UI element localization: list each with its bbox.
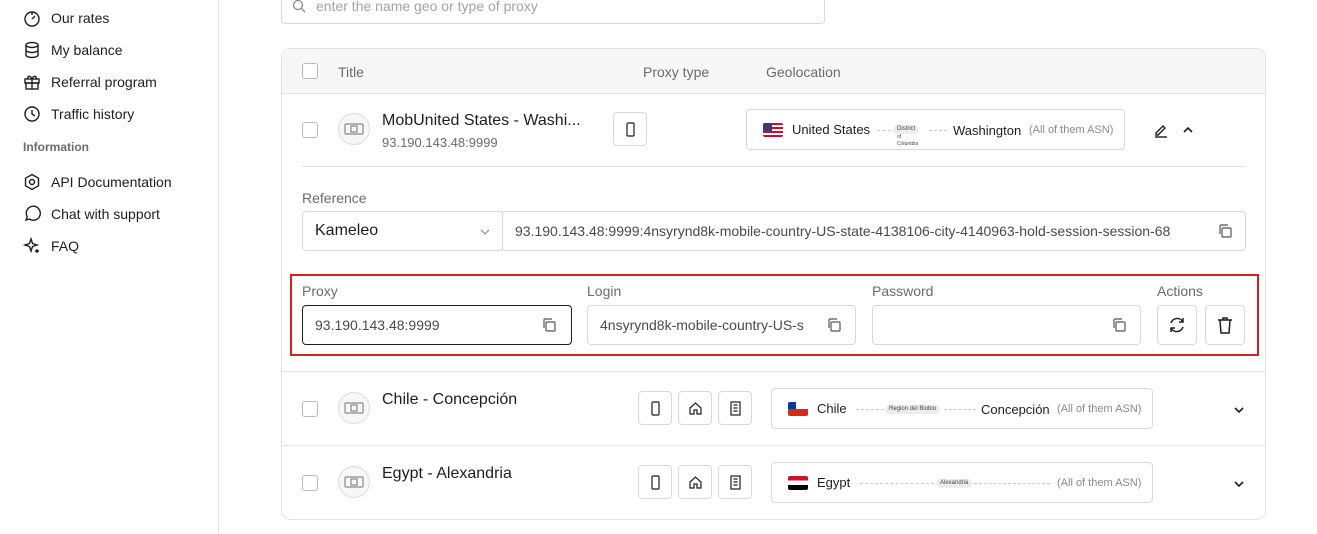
mobile-icon (650, 400, 660, 416)
geo-city: Washington (953, 123, 1022, 138)
chile-flag-icon (788, 401, 808, 416)
chevron-down-icon[interactable] (1233, 478, 1245, 490)
header-title: Title (338, 64, 364, 80)
reference-connection-string[interactable]: 93.190.143.48:9999:4nsyrynd8k-mobile-cou… (502, 211, 1246, 251)
row-title: Chile - Concepción (382, 391, 518, 408)
geo-connector (929, 130, 947, 131)
gear-icon (24, 173, 40, 191)
proxy-icon (344, 476, 364, 488)
geo-region: District (893, 125, 920, 134)
mobile-icon (650, 474, 660, 490)
row-subtitle: 93.190.143.48:9999 (382, 135, 498, 150)
proxy-type-residential-button[interactable] (678, 391, 712, 425)
gift-icon (24, 75, 40, 90)
clock-icon (24, 106, 40, 122)
proxy-icon (344, 402, 364, 414)
geo-connector (856, 409, 884, 410)
sidebar-item-our-rates[interactable]: Our rates (23, 6, 109, 30)
database-icon (25, 41, 39, 59)
reference-label: Reference (302, 190, 367, 206)
geo-country: United States (792, 122, 871, 137)
proxy-type-mobile-button[interactable] (613, 112, 647, 146)
reference-value: 93.190.143.48:9999:4nsyrynd8k-mobile-cou… (515, 223, 1171, 239)
chat-icon (24, 205, 41, 222)
row-title: MobUnited States - Washi... (382, 112, 581, 129)
home-icon (688, 401, 702, 415)
sidebar-item-label: Referral program (51, 74, 157, 90)
sidebar-item-label: API Documentation (51, 174, 172, 190)
sparkle-icon (23, 237, 40, 254)
highlight-box (290, 274, 1259, 356)
geo-asn: (All of them ASN) (1057, 477, 1142, 489)
geo-country: Chile (817, 401, 847, 416)
geo-connector (877, 130, 891, 131)
egypt-flag-icon (788, 475, 808, 490)
sidebar-item-label: FAQ (51, 238, 80, 254)
sidebar-item-label: Chat with support (51, 206, 160, 222)
us-flag-icon (763, 122, 783, 137)
geo-asn: (All of them ASN) (1057, 403, 1142, 415)
chevron-down-icon (480, 229, 490, 235)
sidebar-item-faq[interactable]: FAQ (23, 234, 79, 258)
row-title: Egypt - Alexandria (382, 465, 512, 482)
proxy-avatar (338, 113, 370, 145)
geo-asn: (All of them ASN) (1029, 124, 1114, 136)
geolocation-chip[interactable]: Chile Region del Biobio Concepción (All … (771, 388, 1153, 429)
geo-region-of: of (897, 134, 902, 140)
geolocation-chip[interactable]: United States District of Columbia Washi… (746, 109, 1125, 150)
reference-select[interactable]: Kameleo (302, 211, 503, 251)
proxy-type-datacenter-button[interactable] (718, 465, 752, 499)
row-divider (282, 445, 1265, 446)
search-bar[interactable] (281, 0, 825, 24)
row-checkbox[interactable] (302, 475, 318, 491)
home-icon (688, 475, 702, 489)
sidebar: Our rates My balance Referral program Tr… (0, 0, 219, 534)
geo-region: Alexandria (936, 479, 973, 488)
row-divider (282, 371, 1265, 372)
search-icon (292, 0, 306, 13)
proxy-avatar (338, 466, 370, 498)
timer-icon (24, 11, 40, 27)
row-divider (302, 166, 1246, 167)
proxy-type-mobile-button[interactable] (638, 391, 672, 425)
geo-country: Egypt (817, 475, 851, 490)
sidebar-item-label: My balance (51, 42, 123, 58)
geo-region-columbia: Columbia (897, 141, 919, 147)
geo-connector (860, 483, 934, 484)
geo-connector (944, 409, 976, 410)
reference-select-value: Kameleo (315, 222, 379, 239)
building-icon (729, 400, 741, 416)
proxy-type-mobile-button[interactable] (638, 465, 672, 499)
proxy-type-datacenter-button[interactable] (718, 391, 752, 425)
edit-icon[interactable] (1153, 122, 1169, 138)
proxy-icon (344, 123, 364, 135)
copy-icon[interactable] (1217, 223, 1233, 239)
proxy-avatar (338, 392, 370, 424)
select-all-checkbox[interactable] (302, 63, 318, 79)
header-proxy-type: Proxy type (643, 64, 710, 80)
row-checkbox[interactable] (302, 401, 318, 417)
sidebar-item-traffic-history[interactable]: Traffic history (23, 102, 134, 126)
header-geolocation: Geolocation (766, 64, 841, 80)
sidebar-item-label: Our rates (51, 10, 110, 26)
sidebar-item-chat-with-support[interactable]: Chat with support (23, 202, 160, 226)
table-header: Title Proxy type Geolocation (282, 49, 1265, 94)
row-checkbox[interactable] (302, 122, 318, 138)
search-input[interactable] (316, 0, 796, 14)
sidebar-section-title: Information (23, 140, 89, 154)
chevron-down-icon[interactable] (1233, 404, 1245, 416)
geo-region: Region del Biobio (885, 405, 941, 414)
geo-connector (974, 483, 1050, 484)
geolocation-chip[interactable]: Egypt Alexandria (All of them ASN) (771, 462, 1153, 503)
mobile-icon (625, 121, 635, 137)
chevron-up-icon[interactable] (1182, 124, 1194, 136)
sidebar-item-label: Traffic history (51, 106, 135, 122)
sidebar-item-api-documentation[interactable]: API Documentation (23, 170, 172, 194)
proxy-type-residential-button[interactable] (678, 465, 712, 499)
sidebar-item-referral-program[interactable]: Referral program (23, 70, 157, 94)
sidebar-item-my-balance[interactable]: My balance (23, 38, 123, 62)
building-icon (729, 474, 741, 490)
geo-city: Concepción (981, 402, 1050, 417)
